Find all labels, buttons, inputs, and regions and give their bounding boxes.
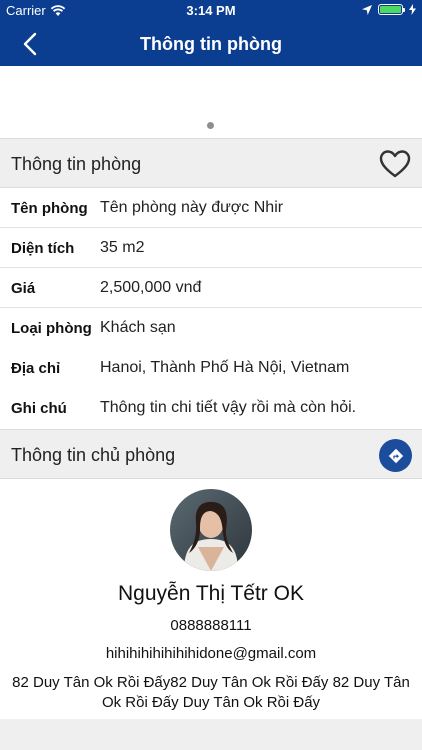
- row-label: Ghi chú: [11, 400, 67, 417]
- row-value: Thông tin chi tiết vậy rồi mà còn hỏi.: [100, 399, 357, 416]
- row-value: Tên phòng này được Nhir: [100, 199, 284, 216]
- room-info-title: Thông tin phòng: [11, 154, 142, 174]
- nav-bar: Thông tin phòng: [0, 22, 422, 66]
- room-info-list: Tên phòng Tên phòng này được Nhir Diện t…: [0, 188, 422, 428]
- battery-fill: [380, 6, 401, 13]
- heart-icon[interactable]: [378, 147, 412, 181]
- room-info-header: Thông tin phòng: [0, 138, 422, 188]
- directions-button[interactable]: [379, 439, 412, 472]
- status-bar: Carrier 3:14 PM: [0, 0, 422, 22]
- row-label: Địa chỉ: [11, 360, 61, 377]
- owner-address: 82 Duy Tân Ok Rồi Đấy82 Duy Tân Ok Rồi Đ…: [12, 674, 410, 711]
- owner-email[interactable]: hihihihihihihihidone@gmail.com: [0, 645, 422, 662]
- room-row-address: Địa chỉ Hanoi, Thành Phố Hà Nội, Vietnam: [0, 348, 422, 388]
- row-label: Tên phòng: [11, 200, 88, 217]
- avatar-photo: [170, 489, 252, 571]
- room-row-area: Diện tích 35 m2: [0, 228, 422, 268]
- row-value: Khách sạn: [100, 319, 176, 336]
- room-row-name: Tên phòng Tên phòng này được Nhir: [0, 188, 422, 228]
- owner-info-title: Thông tin chủ phòng: [11, 445, 176, 465]
- page-title: Thông tin phòng: [140, 34, 282, 54]
- owner-avatar: [170, 489, 252, 571]
- directions-icon: [388, 448, 403, 463]
- location-arrow-icon: [362, 4, 372, 15]
- carousel-page-dot[interactable]: [207, 122, 214, 129]
- charging-bolt-icon: [409, 4, 416, 15]
- row-value: Hanoi, Thành Phố Hà Nội, Vietnam: [100, 359, 350, 376]
- battery-icon: [378, 4, 405, 15]
- room-row-type: Loại phòng Khách sạn: [0, 308, 422, 348]
- owner-name: Nguyễn Thị Tếtr OK: [118, 582, 304, 605]
- room-row-price: Giá 2,500,000 vnđ: [0, 268, 422, 308]
- bottom-spacer: [0, 719, 422, 750]
- row-label: Loại phòng: [11, 320, 92, 337]
- row-label: Diện tích: [11, 240, 75, 257]
- row-value: 35 m2: [100, 239, 145, 256]
- image-carousel[interactable]: [0, 66, 422, 138]
- status-time: 3:14 PM: [186, 3, 236, 18]
- status-right: [362, 4, 416, 15]
- row-value: 2,500,000 vnđ: [100, 279, 202, 296]
- owner-info-header: Thông tin chủ phòng: [0, 429, 422, 479]
- row-label: Giá: [11, 280, 36, 297]
- room-row-note: Ghi chú Thông tin chi tiết vậy rồi mà cò…: [0, 388, 422, 428]
- owner-phone[interactable]: 0888888111: [0, 617, 422, 634]
- owner-card: Nguyễn Thị Tếtr OK 0888888111 hihihihihi…: [0, 479, 422, 719]
